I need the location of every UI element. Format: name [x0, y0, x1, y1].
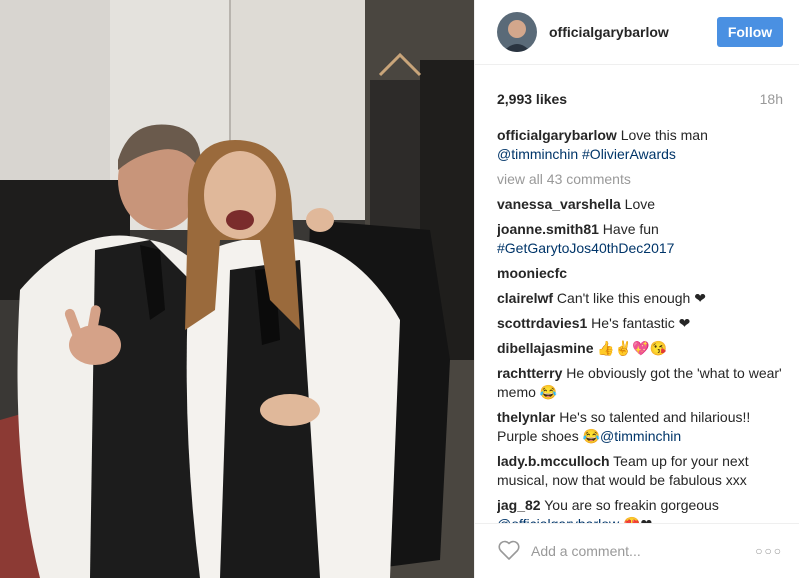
comment: vanessa_varshella Love: [497, 195, 783, 214]
comment-text: Can't like this enough ❤: [553, 290, 706, 306]
post-meta: 2,993 likes 18h: [475, 65, 799, 111]
comment-username[interactable]: dibellajasmine: [497, 340, 593, 356]
post-header: officialgarybarlow Follow: [475, 0, 799, 65]
post-author-username[interactable]: officialgarybarlow: [549, 24, 717, 40]
caption: officialgarybarlow Love this man @timmin…: [497, 126, 783, 164]
comment-username[interactable]: mooniecfc: [497, 265, 567, 281]
comment-username[interactable]: rachtterry: [497, 365, 562, 381]
post-sidebar: officialgarybarlow Follow 2,993 likes 18…: [474, 0, 799, 578]
comment: dibellajasmine 👍✌💖😘: [497, 339, 783, 358]
comment-username[interactable]: clairelwf: [497, 290, 553, 306]
comment: mooniecfc: [497, 264, 783, 283]
comment-text: Have fun: [598, 221, 659, 237]
photo-illustration: [0, 0, 474, 578]
comment-username[interactable]: lady.b.mcculloch: [497, 453, 610, 469]
follow-button[interactable]: Follow: [717, 17, 783, 47]
post-time[interactable]: 18h: [760, 91, 783, 111]
comment-footer: Add a comment... ○○○: [475, 523, 799, 578]
comment: thelynlar He's so talented and hilarious…: [497, 408, 783, 446]
comment-username[interactable]: jag_82: [497, 497, 541, 513]
comment-text: Love this man: [616, 127, 708, 143]
add-comment-input[interactable]: Add a comment...: [531, 543, 755, 559]
comment: joanne.smith81 Have fun #GetGarytoJos40t…: [497, 220, 783, 258]
post-photo[interactable]: [0, 0, 474, 578]
comment-tag[interactable]: @timminchin: [600, 428, 681, 444]
comment-username[interactable]: scottrdavies1: [497, 315, 587, 331]
more-options-icon[interactable]: ○○○: [755, 544, 783, 558]
comment-text: He's fantastic ❤: [587, 315, 691, 331]
comment-text: Love: [620, 196, 656, 212]
comment: jag_82 You are so freakin gorgeous @offi…: [497, 496, 783, 524]
comment-mention[interactable]: @timminchin: [497, 146, 578, 162]
comment-username[interactable]: vanessa_varshella: [497, 196, 621, 212]
comment-text: You are so freakin gorgeous: [540, 497, 719, 513]
comments-list: officialgarybarlow Love this man @timmin…: [497, 126, 783, 524]
comment-tag[interactable]: #GetGarytoJos40thDec2017: [497, 240, 674, 256]
heart-icon[interactable]: [497, 539, 521, 564]
comment: clairelwf Can't like this enough ❤: [497, 289, 783, 308]
comment-username[interactable]: thelynlar: [497, 409, 555, 425]
likes-count[interactable]: 2,993 likes: [497, 91, 567, 111]
view-all-comments[interactable]: view all 43 comments: [497, 170, 783, 189]
comment: rachtterry He obviously got the 'what to…: [497, 364, 783, 402]
comment-username[interactable]: joanne.smith81: [497, 221, 599, 237]
comment-username[interactable]: officialgarybarlow: [497, 127, 617, 143]
comment-hashtag[interactable]: #OlivierAwards: [578, 146, 676, 162]
avatar[interactable]: [497, 12, 537, 52]
comment: scottrdavies1 He's fantastic ❤: [497, 314, 783, 333]
comment: lady.b.mcculloch Team up for your next m…: [497, 452, 783, 490]
comment-text: 👍✌💖😘: [593, 340, 668, 356]
